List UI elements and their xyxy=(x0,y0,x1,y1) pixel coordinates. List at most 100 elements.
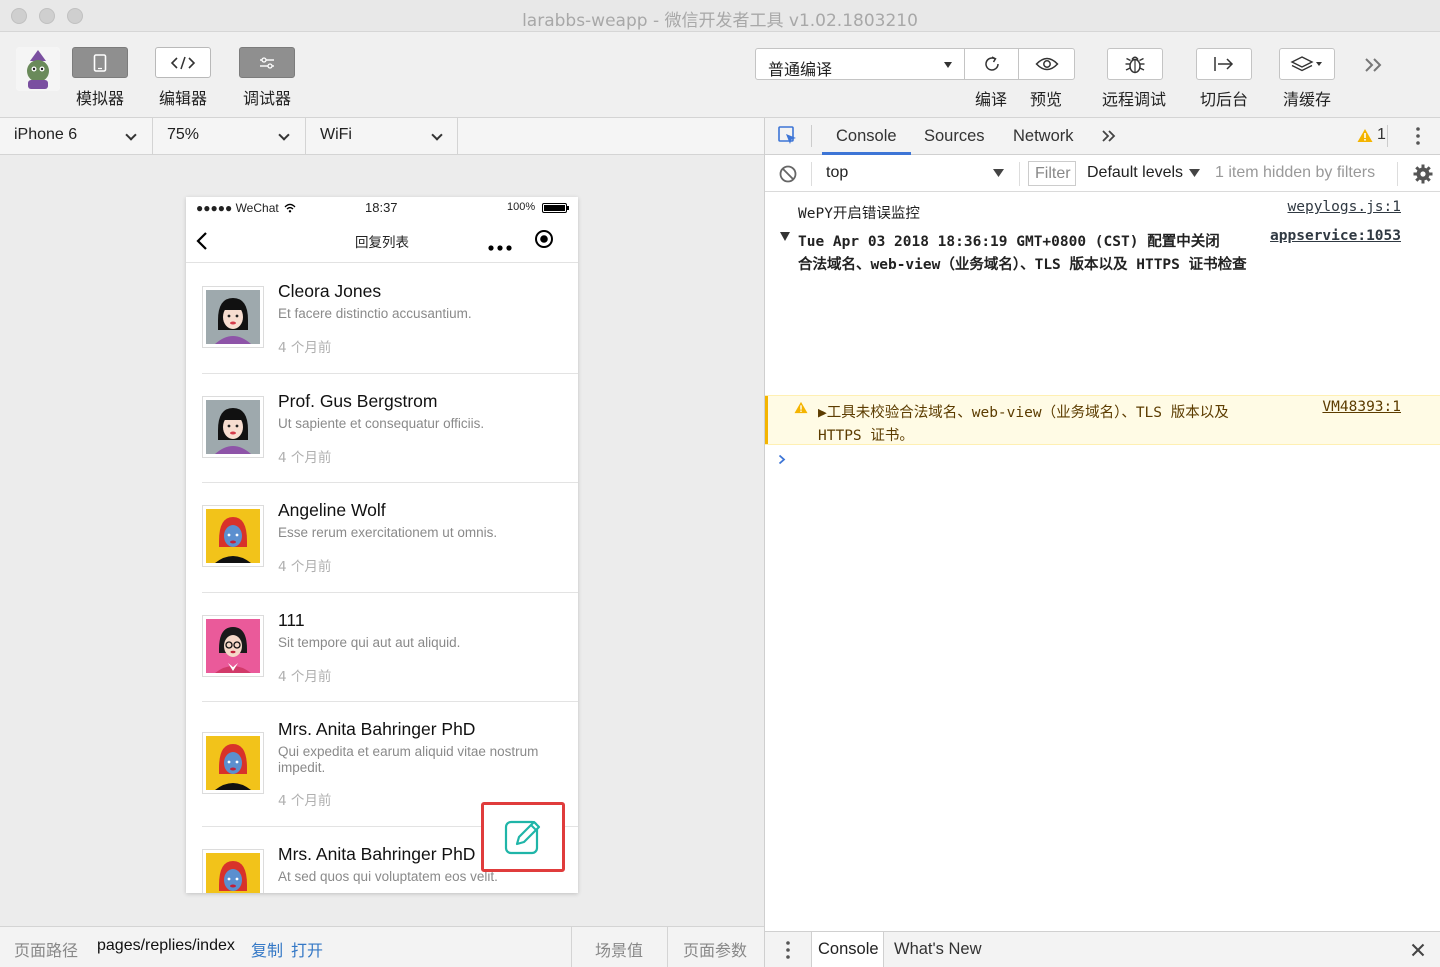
editor-toggle-button[interactable]: 编辑器 xyxy=(153,47,213,109)
compile-mode-select[interactable]: 普通编译 xyxy=(755,48,965,80)
inspect-element-icon[interactable] xyxy=(778,126,798,151)
sliders-icon xyxy=(260,56,274,69)
log-source-link[interactable]: appservice:1053 xyxy=(1270,228,1401,244)
context-select[interactable]: top xyxy=(813,155,1013,191)
console-settings-icon[interactable] xyxy=(1413,164,1433,189)
warning-source-link[interactable]: VM48393:1 xyxy=(1322,399,1401,415)
reply-content: Esse rerum exercitationem ut omnis. xyxy=(278,525,498,540)
preview-button[interactable] xyxy=(1018,48,1075,80)
open-path-link[interactable]: 打开 xyxy=(291,937,323,961)
window-title: larabbs-weapp - 微信开发者工具 v1.02.1803210 xyxy=(522,11,918,31)
simulator-toggle-button[interactable]: 模拟器 xyxy=(70,47,130,109)
copy-path-link[interactable]: 复制 xyxy=(251,937,283,961)
clear-cache-label: 清缓存 xyxy=(1283,90,1332,109)
reply-time: 4 个月前 xyxy=(278,559,332,575)
list-item[interactable]: Cleora Jones Et facere distinctio accusa… xyxy=(202,264,578,374)
reply-author: Mrs. Anita Bahringer PhD xyxy=(278,844,476,864)
reply-time: 4 个月前 xyxy=(278,793,332,809)
drawer-tab-whats-new[interactable]: What's New xyxy=(894,940,982,959)
more-menu-icon[interactable] xyxy=(488,238,512,256)
devtools-drawer-bar: Console What's New xyxy=(765,931,1440,967)
device-settings-bar: iPhone 6 75% WiFi xyxy=(0,118,764,155)
log-message-cont: 合法域名、web-view（业务域名）、TLS 版本以及 HTTPS 证书检查 xyxy=(798,257,1247,273)
filter-input[interactable]: Filter xyxy=(1028,161,1076,186)
chevron-down-icon xyxy=(431,129,443,141)
nav-title: 回复列表 xyxy=(355,235,409,251)
avatar xyxy=(202,505,264,567)
log-levels-select[interactable]: Default levels xyxy=(1087,164,1201,182)
log-source-link[interactable]: wepylogs.js:1 xyxy=(1288,199,1402,215)
avatar xyxy=(202,615,264,677)
divider xyxy=(667,927,668,967)
console-filter-bar: top Filter Default levels 1 item hidden … xyxy=(765,155,1440,192)
context-value: top xyxy=(826,164,849,181)
warning-icon xyxy=(794,401,808,414)
battery-text: 100% xyxy=(507,201,536,213)
write-reply-button[interactable] xyxy=(481,802,565,872)
exit-arrow-icon xyxy=(1214,57,1234,71)
console-prompt[interactable] xyxy=(765,447,1440,473)
user-avatar[interactable] xyxy=(16,47,60,91)
console-log-entry: WePY开启错误监控 wepylogs.js:1 xyxy=(765,199,1440,226)
zoom-select[interactable]: 75% xyxy=(153,118,306,154)
tab-sources[interactable]: Sources xyxy=(924,127,985,146)
page-params-button[interactable]: 页面参数 xyxy=(683,937,747,961)
expand-triangle-icon[interactable] xyxy=(780,232,790,241)
clear-cache-button[interactable] xyxy=(1279,48,1335,80)
switch-background-button[interactable] xyxy=(1196,48,1252,80)
warning-counter[interactable]: 1 xyxy=(1357,126,1386,144)
reply-time: 4 个月前 xyxy=(278,669,332,685)
console-log-entry[interactable]: Tue Apr 03 2018 18:36:19 GMT+0800 (CST) … xyxy=(765,228,1440,278)
chevron-down-icon xyxy=(278,129,290,141)
avatar xyxy=(202,849,264,893)
clear-console-icon[interactable] xyxy=(779,165,797,188)
network-select[interactable]: WiFi xyxy=(306,118,458,154)
device-select[interactable]: iPhone 6 xyxy=(0,118,153,154)
reply-content: Qui expedita et earum aliquid vitae nost… xyxy=(278,744,539,775)
divider xyxy=(1019,162,1020,186)
eye-icon xyxy=(1034,57,1059,71)
editor-label: 编辑器 xyxy=(158,89,207,108)
layers-icon xyxy=(1290,56,1322,72)
edit-icon xyxy=(504,820,541,855)
reply-author: Mrs. Anita Bahringer PhD xyxy=(278,719,476,739)
prompt-chevron-icon xyxy=(778,454,786,465)
wifi-icon xyxy=(284,203,296,213)
scene-value-button[interactable]: 场景值 xyxy=(595,937,643,961)
battery-icon xyxy=(542,203,569,213)
page-status-bar: 页面路径 pages/replies/index 复制 打开 场景值 页面参数 xyxy=(0,926,764,967)
tab-console[interactable]: Console xyxy=(836,127,897,146)
avatar xyxy=(202,396,264,458)
compile-label: 编译 xyxy=(975,90,1008,109)
chevron-down-icon xyxy=(125,129,137,141)
warning-message: ▶工具未校验合法域名、web-view（业务域名）、TLS 版本以及 xyxy=(818,405,1229,421)
switch-background-label: 切后台 xyxy=(1200,90,1249,109)
debugger-label: 调试器 xyxy=(242,89,291,108)
hidden-items-note: 1 item hidden by filters xyxy=(1215,164,1376,181)
device-value: iPhone 6 xyxy=(14,126,78,143)
divider xyxy=(811,162,812,186)
remote-debug-button[interactable] xyxy=(1107,48,1163,80)
dropdown-caret-icon xyxy=(1189,169,1201,177)
devtools-menu-icon[interactable] xyxy=(1416,127,1420,150)
reply-author: 111 xyxy=(278,610,305,630)
drawer-tab-console[interactable]: Console xyxy=(811,932,884,967)
drawer-menu-icon[interactable] xyxy=(786,941,790,964)
more-tools-chevron-icon[interactable] xyxy=(1362,56,1386,79)
compile-button[interactable] xyxy=(964,48,1019,80)
more-tabs-chevron-icon[interactable] xyxy=(1101,129,1117,148)
close-miniprogram-icon[interactable] xyxy=(534,229,554,254)
list-item[interactable]: 111 Sit tempore qui aut aut aliquid. 4 个… xyxy=(202,593,578,702)
close-drawer-icon[interactable] xyxy=(1411,943,1425,962)
phone-nav-bar: 回复列表 xyxy=(186,219,578,263)
console-warning-entry[interactable]: ▶工具未校验合法域名、web-view（业务域名）、TLS 版本以及 HTTPS… xyxy=(765,395,1440,445)
dropdown-caret-icon xyxy=(944,62,952,68)
list-item[interactable]: Angeline Wolf Esse rerum exercitationem … xyxy=(202,483,578,593)
log-message: WePY开启错误监控 xyxy=(798,206,920,222)
reply-author: Prof. Gus Bergstrom xyxy=(278,391,438,411)
warning-stripe xyxy=(765,396,768,444)
phone-status-bar: ●●●●● WeChat 18:37 100% xyxy=(186,197,578,219)
tab-network[interactable]: Network xyxy=(1013,127,1074,146)
debugger-toggle-button[interactable]: 调试器 xyxy=(237,47,297,109)
list-item[interactable]: Prof. Gus Bergstrom Ut sapiente et conse… xyxy=(202,374,578,483)
